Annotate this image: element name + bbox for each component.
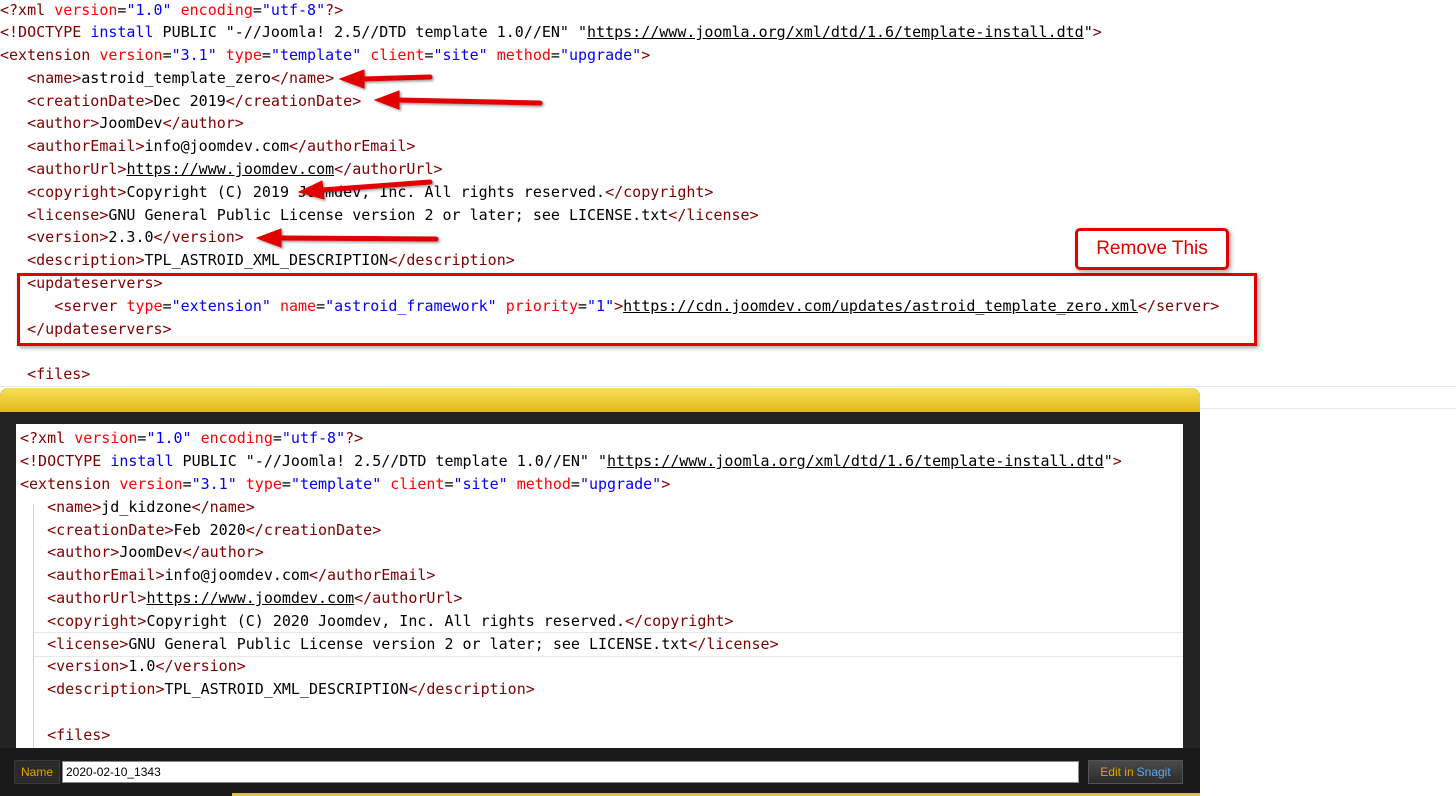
code-token: PUBLIC "-//Joomla! 2.5//DTD template 1.0…: [173, 452, 608, 470]
code-token: ": [1103, 452, 1113, 470]
code-token: >: [661, 475, 671, 493]
annotation-arrows: [255, 69, 543, 248]
code-token: </authorUrl>: [354, 589, 463, 607]
code-token: version: [119, 475, 183, 493]
preview-code-line: <author>JoomDev</author>: [20, 542, 264, 562]
code-token: <creationDate>: [47, 521, 174, 539]
code-token: GNU General Public License version 2 or …: [128, 635, 689, 653]
code-token: <authorUrl>: [47, 589, 147, 607]
arrow-creation-date: [373, 90, 543, 110]
snagit-title-bar[interactable]: [0, 388, 1200, 412]
code-token: method: [516, 475, 571, 493]
code-token: TPL_ASTROID_XML_DESCRIPTION: [164, 680, 409, 698]
code-token: <files>: [47, 726, 111, 744]
code-token: =: [182, 475, 192, 493]
capture-name-input[interactable]: [62, 761, 1079, 783]
code-token: Copyright (C) 2020 Joomdev, Inc. All rig…: [146, 612, 626, 630]
code-token: </creationDate>: [245, 521, 382, 539]
code-token: install: [110, 452, 174, 470]
code-token: JoomDev: [119, 543, 183, 561]
preview-code-line: <license>GNU General Public License vers…: [20, 634, 779, 654]
edit-in-label: Edit in: [1100, 765, 1134, 779]
code-token: <name>: [47, 498, 102, 516]
code-token: </author>: [182, 543, 264, 561]
code-token: </authorEmail>: [309, 566, 436, 584]
code-token: <author>: [47, 543, 120, 561]
code-token: =: [272, 429, 282, 447]
preview-code-line: <files>: [20, 725, 110, 745]
code-token: 1.0: [128, 657, 156, 675]
edit-in-snagit-button[interactable]: Edit in Snagit: [1088, 760, 1183, 784]
code-token: <version>: [47, 657, 129, 675]
code-token: "utf-8": [281, 429, 346, 447]
code-token: jd_kidzone: [101, 498, 192, 516]
code-token: "3.1": [191, 475, 237, 493]
code-token: </name>: [191, 498, 255, 516]
preview-code-line: <!DOCTYPE install PUBLIC "-//Joomla! 2.5…: [20, 451, 1122, 471]
code-token: ?>: [345, 429, 364, 447]
code-token: "upgrade": [579, 475, 662, 493]
code-token: info@joomdev.com: [164, 566, 310, 584]
code-token: <license>: [47, 635, 129, 653]
preview-code-line: <authorEmail>info@joomdev.com</authorEma…: [20, 565, 435, 585]
code-token: >: [1112, 452, 1122, 470]
code-token: </license>: [688, 635, 779, 653]
code-token: https://www.joomla.org/xml/dtd/1.6/templ…: [607, 452, 1104, 470]
code-token: <!DOCTYPE: [20, 452, 111, 470]
code-token: "template": [290, 475, 382, 493]
arrow-version: [255, 228, 439, 248]
preview-code-line: <extension version="3.1" type="template"…: [20, 474, 670, 494]
preview-code-line: <creationDate>Feb 2020</creationDate>: [20, 520, 381, 540]
code-token: =: [281, 475, 291, 493]
snagit-brand-label: Snagit: [1136, 765, 1171, 779]
code-token: version: [74, 429, 138, 447]
code-token: </description>: [408, 680, 535, 698]
preview-code-line: <name>jd_kidzone</name>: [20, 497, 255, 517]
preview-code-line: <authorUrl>https://www.joomdev.com</auth…: [20, 588, 463, 608]
arrow-copyright: [297, 179, 433, 200]
arrow-name: [338, 69, 433, 89]
code-token: =: [570, 475, 580, 493]
snagit-capture-window: <?xml version="1.0" encoding="utf-8"?> <…: [0, 388, 1200, 796]
code-token: <copyright>: [47, 612, 147, 630]
code-token: </version>: [155, 657, 246, 675]
preview-code-line: <version>1.0</version>: [20, 656, 246, 676]
code-token: <?xml: [20, 429, 75, 447]
code-token: "1.0": [146, 429, 192, 447]
code-token: client: [390, 475, 445, 493]
name-label: Name: [14, 760, 60, 784]
code-token: <description>: [47, 680, 165, 698]
code-token: =: [444, 475, 454, 493]
code-token: <authorEmail>: [47, 566, 165, 584]
code-token: </copyright>: [625, 612, 734, 630]
code-token: https://www.joomdev.com: [146, 589, 355, 607]
code-token: Feb 2020: [173, 521, 246, 539]
captured-xml-preview: <?xml version="1.0" encoding="utf-8"?> <…: [16, 424, 1183, 782]
code-token: <extension: [20, 475, 120, 493]
preview-code-line: <copyright>Copyright (C) 2020 Joomdev, I…: [20, 611, 733, 631]
code-token: "site": [453, 475, 508, 493]
code-token: type: [245, 475, 282, 493]
code-token: encoding: [200, 429, 273, 447]
preview-code-line: <?xml version="1.0" encoding="utf-8"?>: [20, 428, 363, 448]
preview-code-line: <description>TPL_ASTROID_XML_DESCRIPTION…: [20, 679, 535, 699]
